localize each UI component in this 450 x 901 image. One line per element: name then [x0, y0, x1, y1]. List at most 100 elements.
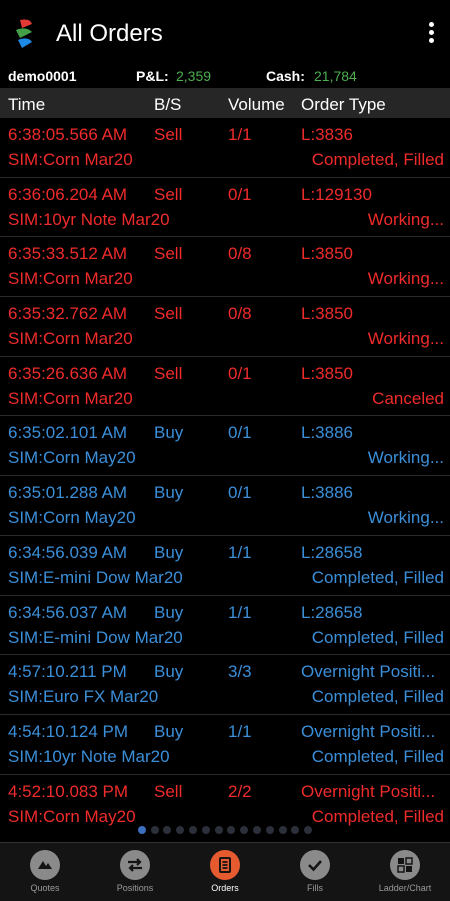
order-side: Buy: [154, 423, 184, 443]
page-dot[interactable]: [137, 826, 146, 834]
order-volume: 2/2: [228, 781, 252, 801]
order-status: Completed, Filled: [311, 806, 444, 826]
order-instrument: SIM:E-mini Dow Mar20: [8, 627, 183, 647]
order-status: Working...: [367, 209, 444, 229]
order-status: Completed, Filled: [311, 150, 444, 169]
cash-label: Cash:: [266, 68, 305, 84]
order-side: Sell: [154, 244, 183, 264]
order-row[interactable]: 6:34:56.037 AM Buy 1/1 L:28658 SIM:E-mini Do…: [0, 596, 450, 656]
order-status: Working...: [367, 269, 444, 289]
order-type: Overnight Positi...: [301, 662, 436, 682]
column-header-side[interactable]: B/S: [154, 95, 181, 115]
tab-label: Quotes: [30, 883, 60, 893]
order-status: Completed, Filled: [311, 687, 444, 707]
order-volume: 0/8: [228, 304, 252, 324]
order-row[interactable]: 6:38:05.566 AM Sell 1/1 L:3836 SIM:Corn Mar2…: [0, 118, 450, 178]
order-volume: 0/1: [228, 423, 252, 443]
order-time: 6:38:05.566 AM: [8, 125, 128, 144]
app-logo-icon: [16, 19, 32, 48]
order-side: Buy: [154, 483, 184, 503]
fills-icon: [300, 850, 330, 880]
order-row[interactable]: 6:35:26.636 AM Sell 0/1 L:3850 SIM:Corn Mar2…: [0, 357, 450, 417]
order-type: L:28658: [301, 542, 363, 562]
order-type: L:3850: [301, 304, 353, 324]
order-time: 6:35:26.636 AM: [8, 363, 128, 383]
order-row[interactable]: 6:35:33.512 AM Sell 0/8 L:3850 SIM:Corn Mar2…: [0, 237, 450, 298]
order-row[interactable]: 6:34:56.039 AM Buy 1/1 L:28658 SIM:E-mini Do…: [0, 536, 450, 596]
order-row[interactable]: 6:35:32.762 AM Sell 0/8 L:3850 SIM:Corn Mar2…: [0, 297, 450, 357]
order-volume: 3/3: [228, 662, 252, 682]
order-instrument: SIM:Euro FX Mar20: [8, 687, 159, 707]
order-side: Sell: [154, 184, 183, 204]
column-header-time[interactable]: Time: [8, 95, 45, 115]
order-volume: 1/1: [228, 721, 252, 741]
positions-icon: [120, 850, 150, 880]
order-time: 4:52:10.083 PM: [8, 781, 129, 801]
order-type: L:3850: [301, 363, 353, 383]
order-row[interactable]: 4:57:10.211 PM Buy 3/3 Overnight Positi... S…: [0, 655, 450, 715]
page-dot[interactable]: [189, 826, 198, 834]
tab-quotes[interactable]: Quotes: [0, 843, 90, 901]
cash-value: 21,784: [314, 68, 357, 84]
order-time: 4:57:10.211 PM: [8, 662, 127, 682]
quotes-icon: [30, 850, 60, 880]
page-dot[interactable]: [201, 826, 210, 834]
order-type: L:129130: [301, 184, 372, 204]
tab-fills[interactable]: Fills: [270, 843, 360, 901]
overflow-menu-icon[interactable]: [426, 22, 436, 44]
page-dot[interactable]: [163, 826, 172, 834]
order-instrument: SIM:Corn Mar20: [8, 388, 133, 408]
page-dot[interactable]: [291, 826, 300, 834]
page-title: All Orders: [56, 20, 163, 47]
page-dot[interactable]: [265, 826, 274, 834]
page-dot[interactable]: [252, 826, 261, 834]
ladder-chart-icon: [390, 850, 420, 880]
order-status: Working...: [367, 508, 444, 528]
order-row[interactable]: 6:35:02.101 AM Buy 0/1 L:3886 SIM:Corn May20…: [0, 416, 450, 477]
order-instrument: SIM:Corn Mar20: [8, 269, 133, 289]
order-time: 6:35:32.762 AM: [8, 304, 128, 324]
order-row[interactable]: 6:35:01.288 AM Buy 0/1 L:3886 SIM:Corn May20…: [0, 476, 450, 536]
tab-positions[interactable]: Positions: [90, 843, 180, 901]
page-dot[interactable]: [240, 826, 249, 834]
order-row[interactable]: 6:36:06.204 AM Sell 0/1 L:129130 SIM:10yr No…: [0, 178, 450, 238]
order-instrument: SIM:Corn May20: [8, 448, 136, 468]
column-header-order-type[interactable]: Order Type: [301, 95, 386, 115]
order-time: 4:54:10.124 PM: [8, 721, 129, 741]
order-volume: 1/1: [228, 602, 252, 622]
page-dot[interactable]: [214, 826, 223, 834]
order-volume: 0/1: [228, 483, 252, 503]
page-indicator: [0, 826, 450, 836]
order-time: 6:36:06.204 AM: [8, 184, 128, 204]
order-volume: 0/1: [228, 363, 252, 383]
order-side: Sell: [154, 363, 183, 383]
order-side: Buy: [154, 721, 184, 741]
order-volume: 1/1: [228, 542, 252, 562]
order-instrument: SIM:Corn May20: [8, 508, 136, 528]
tab-ladder-chart[interactable]: Ladder/Chart: [360, 843, 450, 901]
order-volume: 0/1: [228, 184, 252, 204]
order-status: Completed, Filled: [311, 746, 444, 766]
tab-label: Positions: [116, 883, 154, 893]
tab-orders[interactable]: Orders: [180, 843, 270, 901]
order-status: Canceled: [372, 388, 444, 408]
order-row[interactable]: 4:52:10.083 PM Sell 2/2 Overnight Positi...…: [0, 775, 450, 826]
order-row[interactable]: 4:54:10.124 PM Buy 1/1 Overnight Positi... S…: [0, 715, 450, 775]
column-header-volume[interactable]: Volume: [228, 95, 285, 115]
order-instrument: SIM:Corn May20: [8, 806, 136, 826]
order-type: L:28658: [301, 602, 363, 622]
order-side: Sell: [154, 781, 183, 801]
order-instrument: SIM:Corn Mar20: [8, 329, 133, 349]
page-dot[interactable]: [227, 826, 236, 834]
order-time: 6:35:02.101 AM: [8, 423, 128, 443]
orders-list[interactable]: 6:38:05.566 AM Sell 1/1 L:3836 SIM:Corn Mar2…: [0, 118, 450, 826]
order-side: Buy: [154, 662, 184, 682]
page-dot[interactable]: [278, 826, 287, 834]
orders-table-header: Time B/S Volume Order Type: [0, 88, 450, 118]
order-type: Overnight Positi...: [301, 721, 436, 741]
page-dot[interactable]: [304, 826, 313, 834]
page-dot[interactable]: [150, 826, 159, 834]
order-time: 6:35:01.288 AM: [8, 483, 128, 503]
order-instrument: SIM:10yr Note Mar20: [8, 209, 170, 229]
page-dot[interactable]: [176, 826, 185, 834]
